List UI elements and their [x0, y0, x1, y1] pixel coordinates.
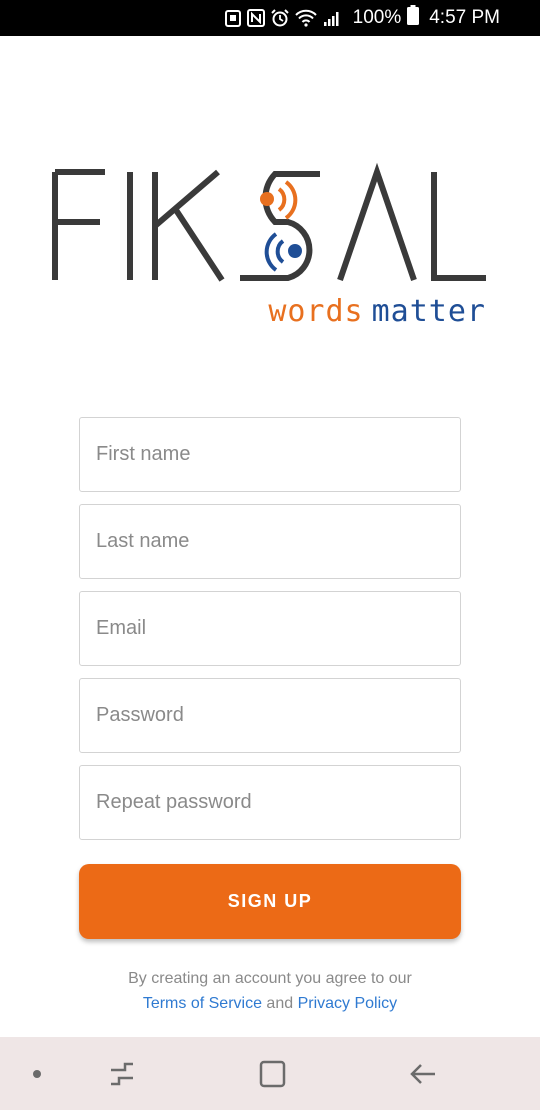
tagline-words: words — [268, 294, 364, 329]
first-name-field[interactable] — [79, 417, 461, 492]
repeat-password-field[interactable] — [79, 765, 461, 840]
tagline-matter: matter — [371, 294, 486, 329]
first-name-input[interactable] — [96, 443, 436, 466]
privacy-policy-link[interactable]: Privacy Policy — [298, 995, 398, 1012]
legal-prefix: By creating an account you agree to our — [128, 970, 412, 987]
last-name-field[interactable] — [79, 504, 461, 579]
fiksal-logo: words matter — [50, 160, 490, 330]
dot-indicator-icon — [33, 1070, 41, 1078]
password-input[interactable] — [96, 704, 436, 727]
back-icon[interactable] — [407, 1057, 441, 1091]
recent-apps-icon[interactable] — [105, 1057, 139, 1091]
status-time: 4:57 PM — [429, 7, 500, 28]
terms-of-service-link[interactable]: Terms of Service — [143, 995, 262, 1012]
status-bar: 100% 4:57 PM — [0, 0, 540, 36]
email-field[interactable] — [79, 591, 461, 666]
last-name-input[interactable] — [96, 530, 436, 553]
legal-links-line: Terms of Service and Privacy Policy — [0, 991, 540, 1016]
battery-percent: 100% — [352, 7, 402, 28]
fiksal-logo-mark — [52, 162, 486, 282]
signup-form — [79, 417, 461, 852]
sign-up-button[interactable]: SIGN UP — [79, 864, 461, 939]
battery-icon — [407, 5, 420, 31]
wifi-icon — [294, 9, 317, 27]
password-field[interactable] — [79, 678, 461, 753]
storage-icon — [224, 9, 241, 27]
nfc-icon — [246, 9, 265, 27]
legal-conjunction: and — [266, 995, 294, 1012]
home-icon[interactable] — [255, 1057, 289, 1091]
status-icons — [224, 9, 341, 27]
alarm-icon — [270, 9, 289, 27]
logo-tagline: words matter — [268, 294, 486, 329]
email-input[interactable] — [96, 617, 436, 640]
system-nav-bar — [0, 1037, 540, 1110]
signal-icon — [323, 9, 341, 27]
repeat-password-input[interactable] — [96, 791, 436, 814]
legal-notice: By creating an account you agree to our … — [0, 966, 540, 1016]
